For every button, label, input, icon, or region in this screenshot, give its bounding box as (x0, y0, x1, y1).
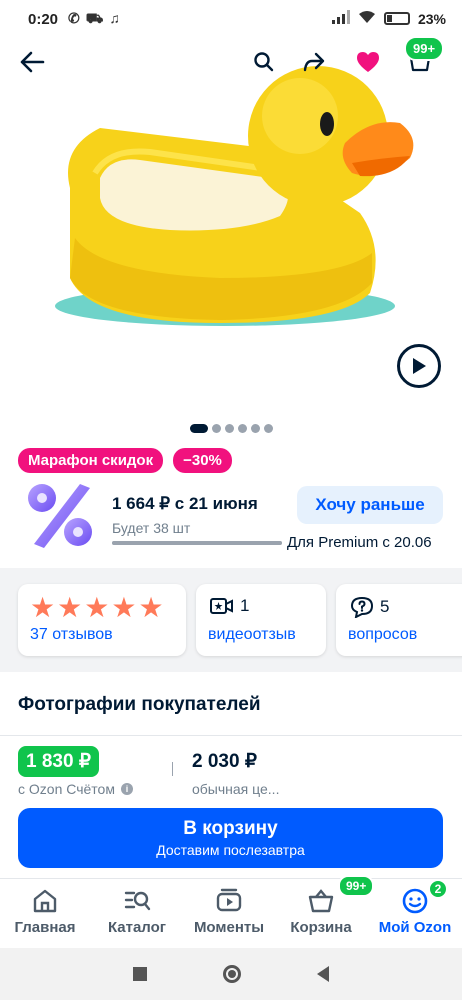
system-navigation (0, 948, 462, 1000)
nav-home-label: Главная (14, 919, 76, 936)
back-arrow-icon (20, 51, 45, 73)
want-earlier-button[interactable]: Хочу раньше (297, 486, 443, 524)
questions-count: 5 (380, 597, 390, 616)
add-to-cart-button[interactable]: В корзину Доставим послезавтра (18, 808, 443, 868)
info-cards: ★ ★ ★ ★ ★ 37 отзывов 1 видеоотзыв 5 вопросов (0, 568, 462, 672)
nav-moments[interactable]: Моменты (184, 887, 274, 936)
stock-progress-bar (112, 541, 282, 545)
play-icon (413, 358, 426, 374)
divider (0, 735, 462, 736)
nav-home[interactable]: Главная (0, 887, 90, 936)
nav-catalog-label: Каталог (107, 919, 167, 936)
ozon-card-caption: с Ozon Счётом i (18, 781, 133, 797)
regular-price-caption: обычная це... (192, 781, 280, 797)
video-card[interactable]: 1 видеоотзыв (196, 584, 326, 656)
info-icon[interactable]: i (120, 783, 133, 795)
status-right: 23% (331, 10, 446, 27)
search-icon (254, 52, 274, 72)
video-count-row: 1 (210, 596, 249, 616)
video-count: 1 (240, 596, 250, 615)
gallery-dot[interactable] (238, 424, 247, 433)
nav-my-badge: 2 (428, 879, 448, 899)
search-button[interactable] (246, 44, 282, 80)
gallery-dots (190, 424, 273, 433)
moments-icon (215, 887, 243, 915)
cart-count-badge: 99+ (404, 36, 445, 61)
ozon-card-price: 1 830 ₽ (18, 746, 99, 777)
nav-cart-badge: 99+ (338, 875, 375, 897)
product-page: 0:20 ✆ ⛟ ♫ 23% 99+ Марафон скидок −30% 1… (0, 0, 462, 1000)
promo-tags: Марафон скидок −30% (18, 448, 232, 473)
video-review-icon (210, 598, 233, 614)
delivery-note: Доставим послезавтра (156, 842, 305, 858)
heart-icon (357, 52, 379, 72)
nav-my-ozon-label: Мой Ozon (378, 919, 452, 936)
star-icon: ★ (57, 592, 83, 623)
future-price: 1 664 ₽ с 21 июня (112, 494, 258, 513)
catalog-icon (123, 887, 151, 915)
battery-icon (383, 12, 410, 25)
back-button[interactable] (14, 44, 50, 80)
gallery-dot[interactable] (251, 424, 260, 433)
question-icon (350, 596, 374, 618)
music-icon: ♫ (109, 9, 120, 26)
add-to-cart-label: В корзину (183, 818, 278, 839)
premium-note: Для Premium с 20.06 (287, 534, 432, 551)
gallery-dot[interactable] (190, 424, 208, 433)
product-gallery[interactable] (0, 38, 462, 410)
nav-my-ozon[interactable]: Мой Ozon (370, 887, 460, 936)
home-icon (31, 887, 59, 915)
signal-icon (331, 10, 350, 27)
star-icon: ★ (138, 592, 164, 623)
star-icon: ★ (111, 592, 137, 623)
marathon-tag[interactable]: Марафон скидок (18, 448, 164, 473)
customer-photos-title[interactable]: Фотографии покупателей (18, 694, 261, 716)
recent-apps-icon[interactable] (133, 967, 147, 981)
play-video-button[interactable] (397, 344, 441, 388)
percent-icon (28, 484, 92, 548)
price-separator (172, 762, 173, 776)
questions-card[interactable]: 5 вопросов (336, 584, 462, 656)
back-system-icon[interactable] (317, 966, 329, 982)
star-icon: ★ (84, 592, 110, 623)
discount-tag: −30% (173, 448, 232, 473)
home-system-icon[interactable] (223, 965, 241, 983)
rating-stars: ★ ★ ★ ★ ★ (30, 594, 164, 622)
favorite-button[interactable] (350, 44, 386, 80)
future-stock: Будет 38 шт (112, 520, 191, 536)
bottom-navigation: Главная Каталог Моменты Корзина 99+ Мой (0, 875, 462, 948)
questions-count-row: 5 (350, 596, 389, 618)
stock-progress-fill (112, 541, 282, 545)
share-button[interactable] (296, 44, 332, 80)
stroller-icon: ⛟ (85, 9, 104, 26)
top-bar: 99+ (0, 36, 462, 84)
gallery-dot[interactable] (225, 424, 234, 433)
phone-icon: ✆ (68, 9, 80, 26)
status-bar: 0:20 ✆ ⛟ ♫ 23% (0, 0, 462, 38)
battery-level: 23% (417, 10, 446, 27)
status-time: 0:20 (28, 10, 59, 28)
product-image (55, 66, 414, 326)
nav-moments-label: Моменты (193, 919, 265, 936)
video-link[interactable]: видеоотзыв (208, 626, 296, 644)
share-icon (303, 52, 325, 72)
basket-icon (307, 887, 335, 915)
ozon-card-caption-text: с Ozon Счётом (18, 781, 115, 797)
questions-link[interactable]: вопросов (348, 626, 417, 644)
star-icon: ★ (30, 592, 56, 623)
wifi-icon (358, 10, 376, 27)
gallery-dot[interactable] (264, 424, 273, 433)
nav-cart-label: Корзина (290, 919, 352, 936)
reviews-card[interactable]: ★ ★ ★ ★ ★ 37 отзывов (18, 584, 186, 656)
smile-icon (401, 887, 429, 915)
regular-price: 2 030 ₽ (192, 751, 257, 772)
nav-catalog[interactable]: Каталог (92, 887, 182, 936)
gallery-dot[interactable] (212, 424, 221, 433)
status-icons: ✆ ⛟ ♫ (68, 10, 120, 29)
reviews-link[interactable]: 37 отзывов (30, 626, 113, 644)
